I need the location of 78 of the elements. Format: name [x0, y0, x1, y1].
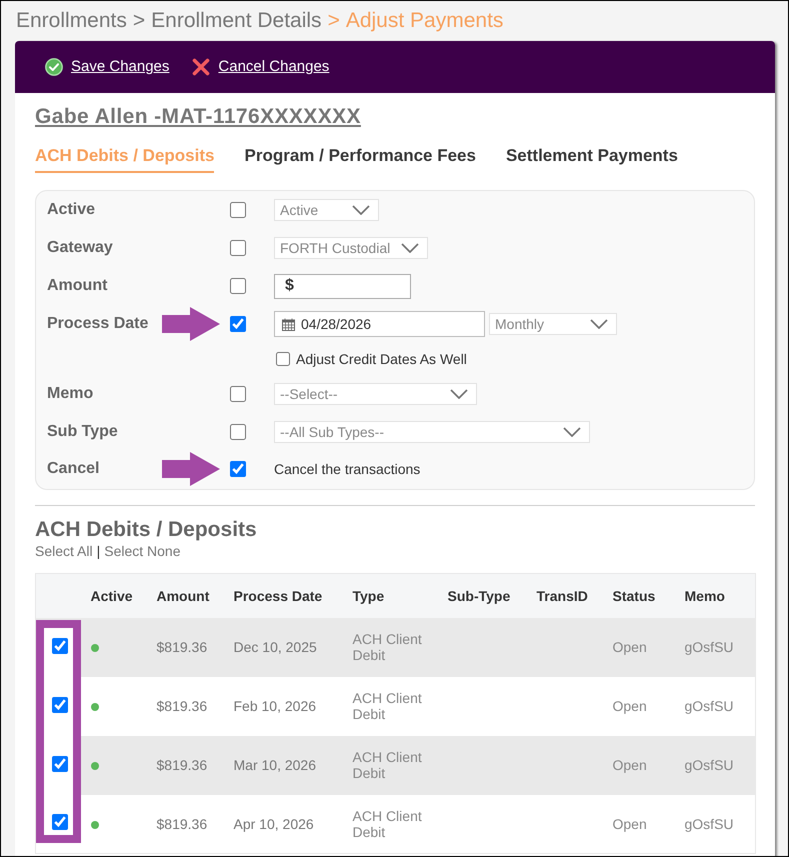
table-cell: ACH Client Debit — [342, 676, 438, 736]
frequency-dropdown[interactable]: Monthly — [489, 313, 617, 335]
breadcrumb-current: Adjust Payments — [346, 9, 504, 33]
row-checkbox[interactable] — [52, 696, 68, 712]
table-cell: $819.36 — [146, 736, 224, 794]
column-header: Type — [342, 574, 438, 618]
chevron-down-icon — [563, 427, 581, 437]
record-title-link[interactable]: Gabe Allen -MAT-1176XXXXXXX — [35, 105, 361, 129]
row-checkbox[interactable] — [52, 756, 68, 772]
column-header: Sub-Type — [438, 574, 526, 618]
table-cell: gOsfSU — [674, 676, 756, 736]
tab[interactable]: Program / Performance Fees — [244, 146, 476, 173]
dropdown[interactable]: --Select-- — [274, 383, 477, 405]
breadcrumb-link[interactable]: Enrollment Details — [151, 9, 322, 33]
calendar-icon — [282, 318, 295, 330]
amount-field[interactable]: $ — [274, 274, 411, 298]
field-label: Amount — [47, 276, 108, 296]
field-checkbox[interactable] — [230, 278, 246, 294]
field-checkbox[interactable] — [230, 424, 246, 440]
chevron-down-icon — [352, 205, 370, 215]
field-label: Memo — [47, 384, 94, 404]
table-cell: gOsfSU — [674, 794, 756, 854]
chevron-down-icon — [450, 389, 468, 399]
field-label: Active — [47, 200, 96, 220]
field-label: Cancel — [47, 459, 100, 479]
save-changes-link[interactable]: Save Changes — [45, 58, 170, 76]
select-link[interactable]: Select All — [35, 542, 93, 560]
breadcrumb-separator: > — [328, 9, 340, 33]
field-label: Process Date — [47, 314, 150, 334]
column-header: Memo — [674, 574, 756, 618]
table-cell: Open — [602, 618, 674, 676]
table-cell: ACH Client Debit — [342, 794, 438, 854]
field-checkbox[interactable] — [230, 386, 246, 402]
date-field[interactable]: 04/28/2026 — [274, 311, 485, 337]
table-cell: Open — [602, 794, 674, 854]
field-checkbox[interactable] — [230, 461, 246, 477]
link-separator: | — [96, 542, 100, 560]
row-checkbox[interactable] — [52, 814, 68, 830]
table-cell: Open — [602, 736, 674, 794]
tab[interactable]: Settlement Payments — [506, 146, 678, 173]
option-text: Cancel the transactions — [274, 461, 420, 477]
field-label: Sub Type — [47, 422, 119, 442]
check-circle-icon — [45, 58, 63, 76]
section-title: ACH Debits / Deposits — [35, 518, 258, 542]
chevron-down-icon — [590, 319, 608, 329]
row-checkbox[interactable] — [52, 638, 68, 654]
chevron-down-icon — [401, 243, 419, 253]
field-checkbox[interactable] — [230, 202, 246, 218]
column-header: Status — [602, 574, 674, 618]
dropdown[interactable]: Active — [274, 199, 379, 221]
table-cell: Dec 10, 2025 — [224, 618, 342, 676]
table-cell: $819.36 — [146, 618, 224, 676]
column-header: Amount — [146, 574, 224, 618]
breadcrumb-link[interactable]: Enrollments — [16, 9, 127, 33]
table-cell: ACH Client Debit — [342, 618, 438, 676]
table-cell: $819.36 — [146, 676, 224, 736]
cross-icon — [192, 58, 210, 76]
column-header: Active — [80, 574, 146, 618]
table-cell: ACH Client Debit — [342, 736, 438, 794]
table-cell: Apr 10, 2026 — [224, 794, 342, 854]
cancel-changes-link[interactable]: Cancel Changes — [192, 58, 330, 76]
table-cell: $819.36 — [146, 794, 224, 854]
table-cell: Mar 10, 2026 — [224, 736, 342, 794]
dropdown[interactable]: FORTH Custodial — [274, 237, 428, 259]
field-label: Gateway — [47, 238, 114, 258]
table-cell: Open — [602, 676, 674, 736]
column-header: TransID — [526, 574, 602, 618]
table-cell: gOsfSU — [674, 618, 756, 676]
breadcrumb-separator: > — [132, 9, 146, 33]
select-link[interactable]: Select None — [104, 542, 181, 560]
column-header: Process Date — [224, 574, 342, 618]
option-checkbox[interactable] — [276, 352, 290, 366]
field-checkbox[interactable] — [230, 240, 246, 256]
checkbox-label: Adjust Credit Dates As Well — [296, 351, 467, 367]
table-cell: Feb 10, 2026 — [224, 676, 342, 736]
dropdown[interactable]: --All Sub Types-- — [274, 421, 590, 443]
field-checkbox[interactable] — [230, 316, 246, 332]
table-cell: gOsfSU — [674, 736, 756, 794]
